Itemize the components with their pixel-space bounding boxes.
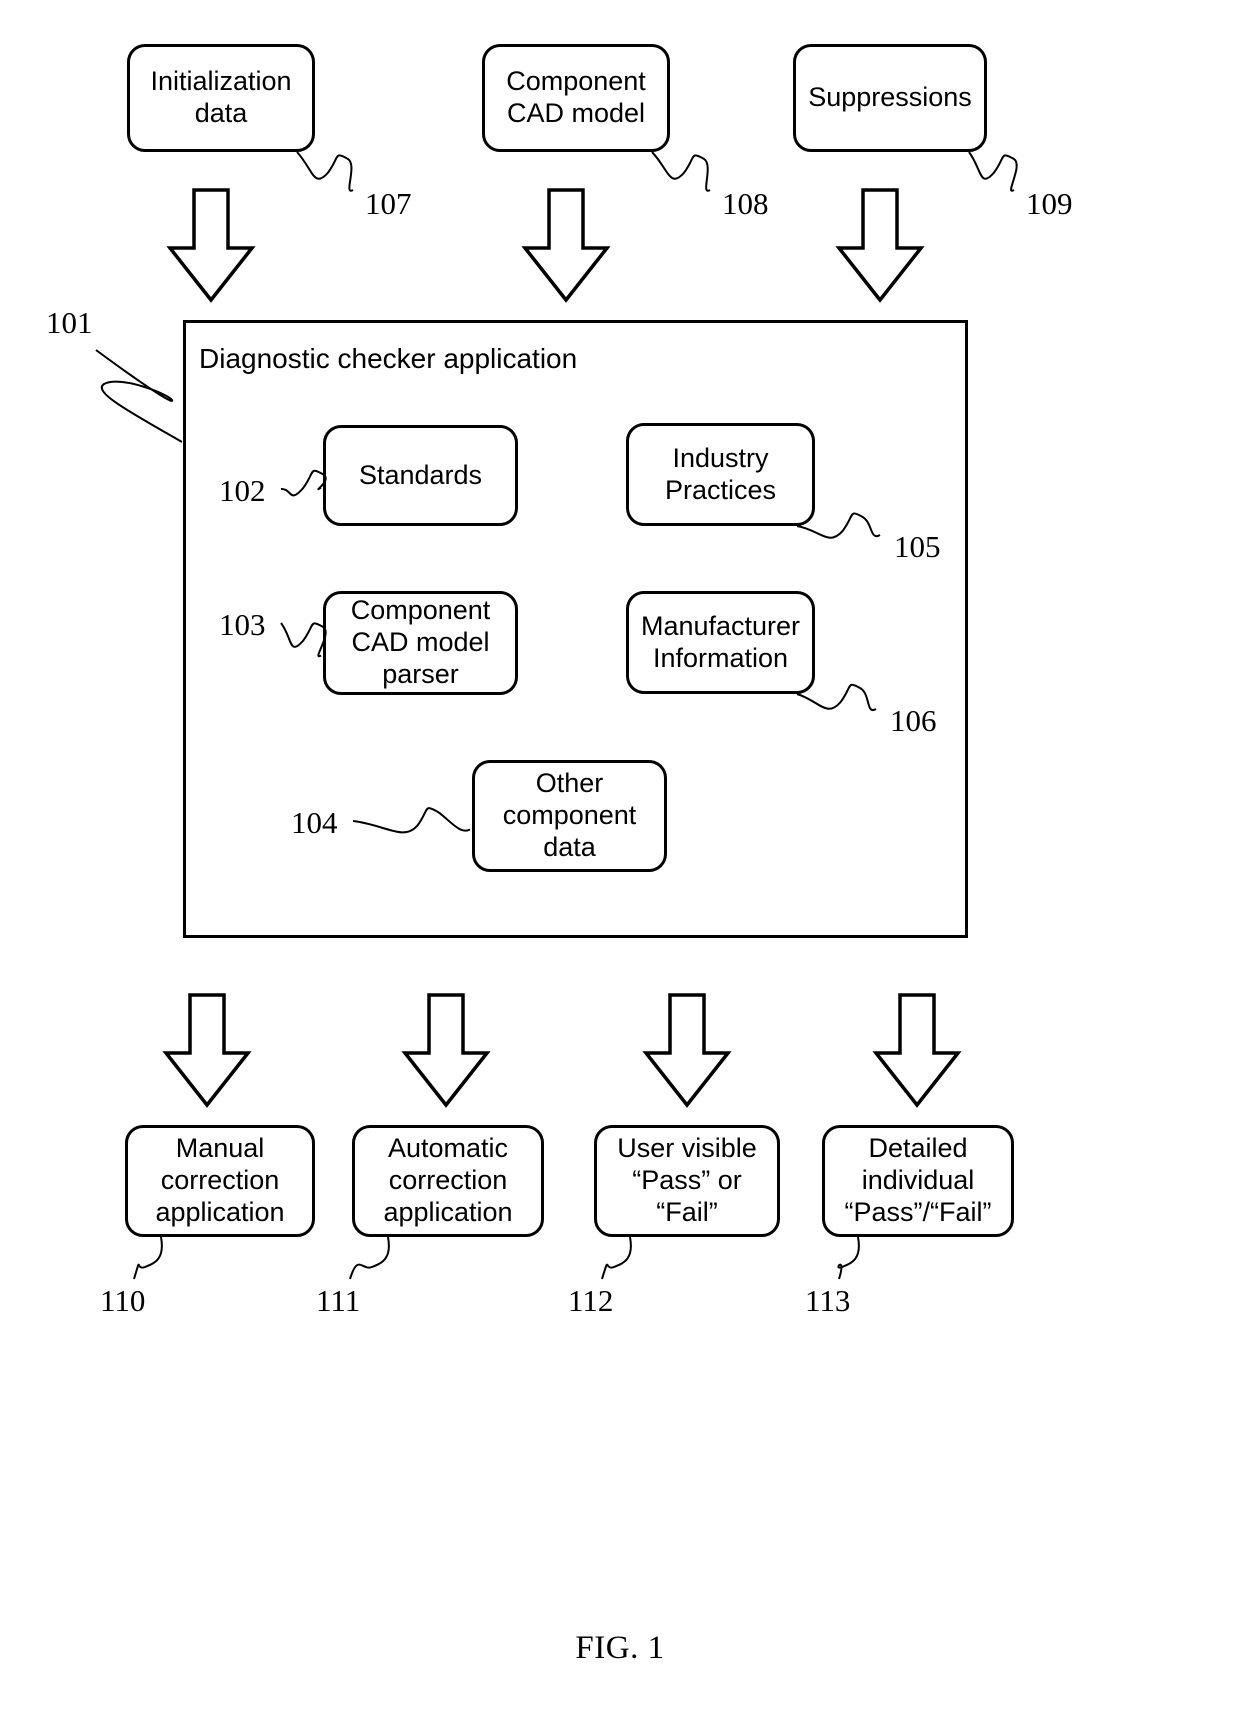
- module-box-104: Other component data: [472, 760, 667, 872]
- ref-label-113: 113: [805, 1283, 851, 1318]
- ref-label-106: 106: [890, 703, 937, 738]
- module-box-102: Standards: [323, 425, 518, 526]
- ref-label-111: 111: [316, 1283, 361, 1318]
- ref-label-104: 104: [291, 805, 338, 840]
- output-box-113: Detailed individual “Pass”/“Fail”: [822, 1125, 1014, 1237]
- ref-label-110: 110: [100, 1283, 146, 1318]
- input-box-108: Component CAD model: [482, 44, 670, 152]
- figure-canvas: Initialization data 107 Component CAD mode…: [0, 0, 1240, 1714]
- ref-label-112: 112: [568, 1283, 614, 1318]
- ref-label-108: 108: [722, 186, 769, 221]
- figure-caption: FIG. 1: [575, 1630, 665, 1666]
- ref-label-101: 101: [46, 305, 93, 340]
- output-box-111: Automatic correction application: [352, 1125, 544, 1237]
- input-box-109: Suppressions: [793, 44, 987, 152]
- module-box-103: Component CAD model parser: [323, 591, 518, 695]
- ref-label-103: 103: [219, 607, 266, 642]
- ref-label-102: 102: [219, 473, 266, 508]
- output-box-112: User visible “Pass” or “Fail”: [594, 1125, 780, 1237]
- diagnostic-checker-title: Diagnostic checker application: [199, 343, 578, 374]
- module-box-105: Industry Practices: [626, 423, 815, 526]
- ref-label-109: 109: [1026, 186, 1073, 221]
- ref-label-105: 105: [894, 529, 941, 564]
- module-box-106: Manufacturer Information: [626, 591, 815, 694]
- ref-label-107: 107: [365, 186, 412, 221]
- input-box-107: Initialization data: [127, 44, 315, 152]
- output-box-110: Manual correction application: [125, 1125, 315, 1237]
